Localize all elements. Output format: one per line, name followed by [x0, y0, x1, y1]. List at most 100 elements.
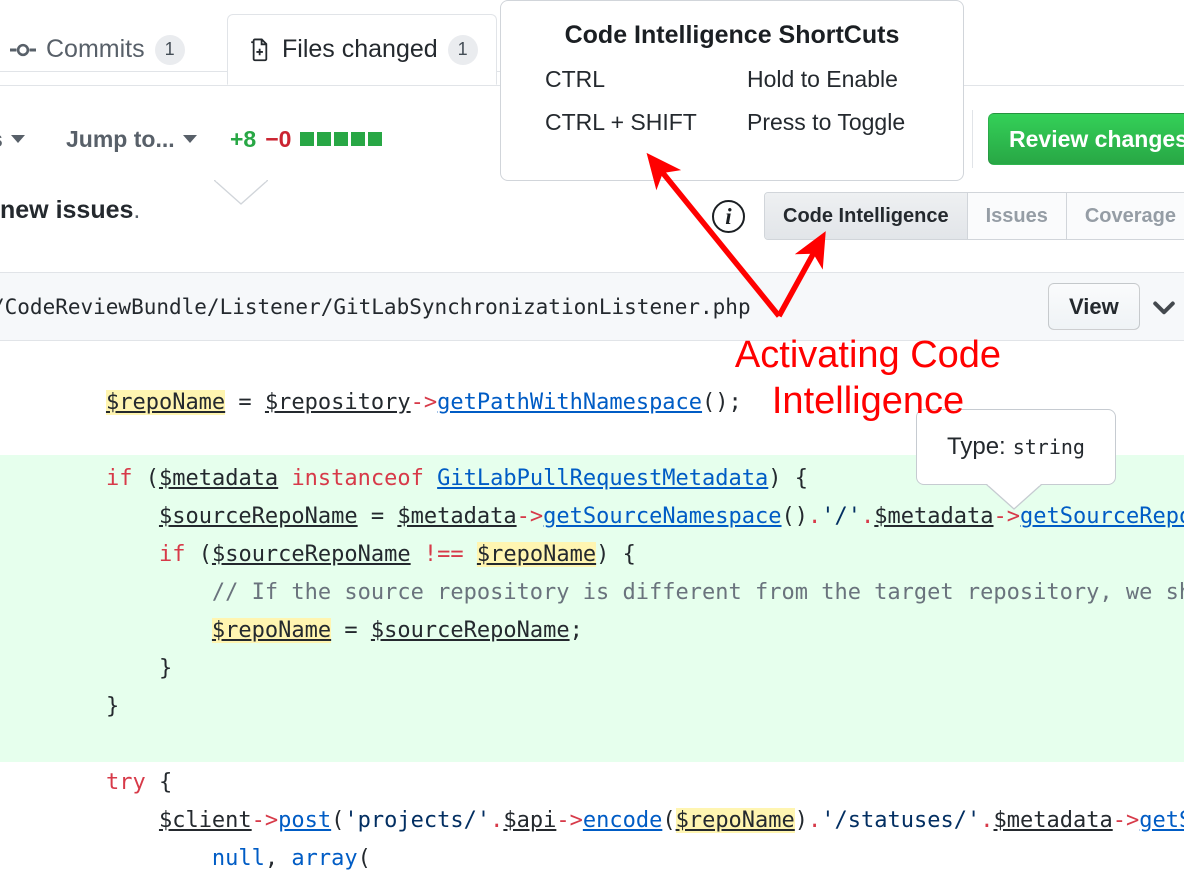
diff-line-context: $client->post('projects/'.$api->encode($…: [0, 802, 1184, 840]
code-token: (: [331, 808, 345, 833]
diffstat-block: [317, 132, 332, 146]
view-button[interactable]: View: [1048, 283, 1140, 330]
code-token: .: [808, 808, 822, 833]
code-token[interactable]: $client: [159, 808, 252, 833]
code-token: ): [794, 808, 809, 833]
code-token[interactable]: $metadata: [874, 504, 993, 529]
filter-dropdown[interactable]: s: [0, 126, 25, 153]
code-token: if: [105, 466, 133, 491]
code-token: =: [331, 618, 371, 643]
code-token: .: [490, 808, 504, 833]
tab-commits-label: Commits: [46, 35, 145, 63]
code-token[interactable]: $metadata: [994, 808, 1113, 833]
annotation-text-line-1: Activating Code: [734, 334, 1002, 376]
seg-coverage-label: Coverage: [1084, 204, 1177, 227]
shortcut-row: CTRL Hold to Enable: [501, 66, 963, 93]
diffstat-block: [351, 132, 366, 146]
issues-summary-period: .: [133, 196, 141, 224]
chevron-down-icon[interactable]: [1150, 293, 1178, 321]
shortcut-action: Press to Toggle: [747, 109, 906, 135]
diffstat-block: [300, 132, 315, 146]
code-token[interactable]: $api: [503, 808, 556, 833]
code-token[interactable]: $sourceRepoName: [371, 618, 570, 643]
code-token: (: [132, 466, 159, 491]
code-token[interactable]: $repoName: [476, 542, 597, 567]
diff-line-added: // If the source repository is different…: [0, 574, 1184, 612]
code-token: }: [0, 656, 173, 681]
diffstat-deletions: −0: [265, 125, 292, 152]
type-tooltip-label: Type:: [947, 433, 1006, 460]
code-token[interactable]: $metadata: [397, 504, 516, 529]
chevron-down-icon: [182, 135, 197, 143]
code-token: if: [158, 542, 186, 567]
seg-coverage[interactable]: Coverage: [1067, 193, 1184, 239]
shortcuts-popover-title: Code Intelligence ShortCuts: [564, 21, 900, 49]
jump-to-dropdown[interactable]: Jump to...: [66, 126, 197, 153]
code-token: =: [357, 504, 398, 529]
code-token[interactable]: $repository: [265, 390, 411, 415]
tab-commits-count: 1: [154, 34, 185, 65]
tab-files-changed-count: 1: [447, 34, 478, 65]
code-token[interactable]: post: [278, 808, 331, 833]
code-token[interactable]: $metadata: [159, 466, 278, 491]
toolbar-divider: [972, 110, 973, 168]
code-token[interactable]: getSourceReponame: [1020, 504, 1184, 529]
annotation-text-line-2: Intelligence: [771, 380, 965, 422]
code-token: }: [0, 694, 120, 719]
code-token: (): [781, 504, 809, 529]
tab-commits[interactable]: Commits 1: [0, 14, 203, 85]
file-header: /CodeReviewBundle/Listener/GitLabSynchro…: [0, 272, 1184, 341]
tab-files-changed[interactable]: Files changed 1: [227, 14, 497, 85]
code-token[interactable]: $sourceRepoName: [212, 542, 411, 567]
code-token: try: [105, 770, 146, 795]
code-token: null: [211, 846, 265, 871]
code-token: ->: [556, 808, 583, 833]
code-token[interactable]: getSha: [1139, 808, 1184, 833]
seg-issues[interactable]: Issues: [968, 193, 1067, 239]
code-token: ->: [1112, 808, 1140, 833]
code-token[interactable]: getPathWithNamespace: [437, 390, 702, 415]
seg-code-intelligence[interactable]: Code Intelligence: [765, 193, 968, 239]
tab-files-changed-label: Files changed: [282, 35, 438, 63]
code-token: .: [861, 504, 875, 529]
pull-request-files-page: Commits 1 Files changed 1 s Jump to...: [0, 0, 1184, 871]
code-token: instanceof: [291, 466, 424, 491]
diffstat-additions: +8: [230, 125, 257, 152]
info-icon[interactable]: i: [712, 200, 745, 233]
type-tooltip-tail-icon: [986, 484, 1042, 510]
diffstat[interactable]: +8 −0: [230, 125, 383, 153]
review-changes-label: Review changes: [1009, 125, 1184, 152]
file-path: /CodeReviewBundle/Listener/GitLabSynchro…: [0, 295, 751, 319]
code-token[interactable]: encode: [583, 808, 662, 833]
file-diff-icon: [246, 37, 272, 63]
commit-icon: [10, 37, 36, 63]
code-token: {: [145, 770, 173, 795]
code-token: .: [808, 504, 822, 529]
code-token: ) {: [768, 466, 809, 491]
code-token[interactable]: $repoName: [211, 618, 332, 643]
code-token[interactable]: $repoName: [105, 390, 226, 415]
issues-summary-text: new issues: [0, 196, 134, 224]
code-token[interactable]: getSourceNamespace: [543, 504, 781, 529]
code-token[interactable]: GitLabPullRequestMetadata: [437, 466, 768, 491]
code-token[interactable]: $sourceRepoName: [159, 504, 358, 529]
diff-line-context: null, array(: [0, 840, 371, 871]
code-token: '/': [821, 504, 862, 529]
code-intelligence-shortcuts-popover: Code Intelligence ShortCuts CTRL Hold to…: [500, 0, 964, 181]
review-changes-button[interactable]: Review changes: [988, 113, 1184, 165]
jump-to-label: Jump to...: [66, 125, 175, 152]
type-tooltip-value: string: [1012, 435, 1085, 459]
code-token: (: [357, 846, 371, 871]
code-token[interactable]: $repoName: [675, 808, 795, 833]
issues-summary: new issues.: [0, 196, 140, 225]
code-token: .: [980, 808, 994, 833]
shortcut-key: CTRL: [545, 66, 606, 92]
